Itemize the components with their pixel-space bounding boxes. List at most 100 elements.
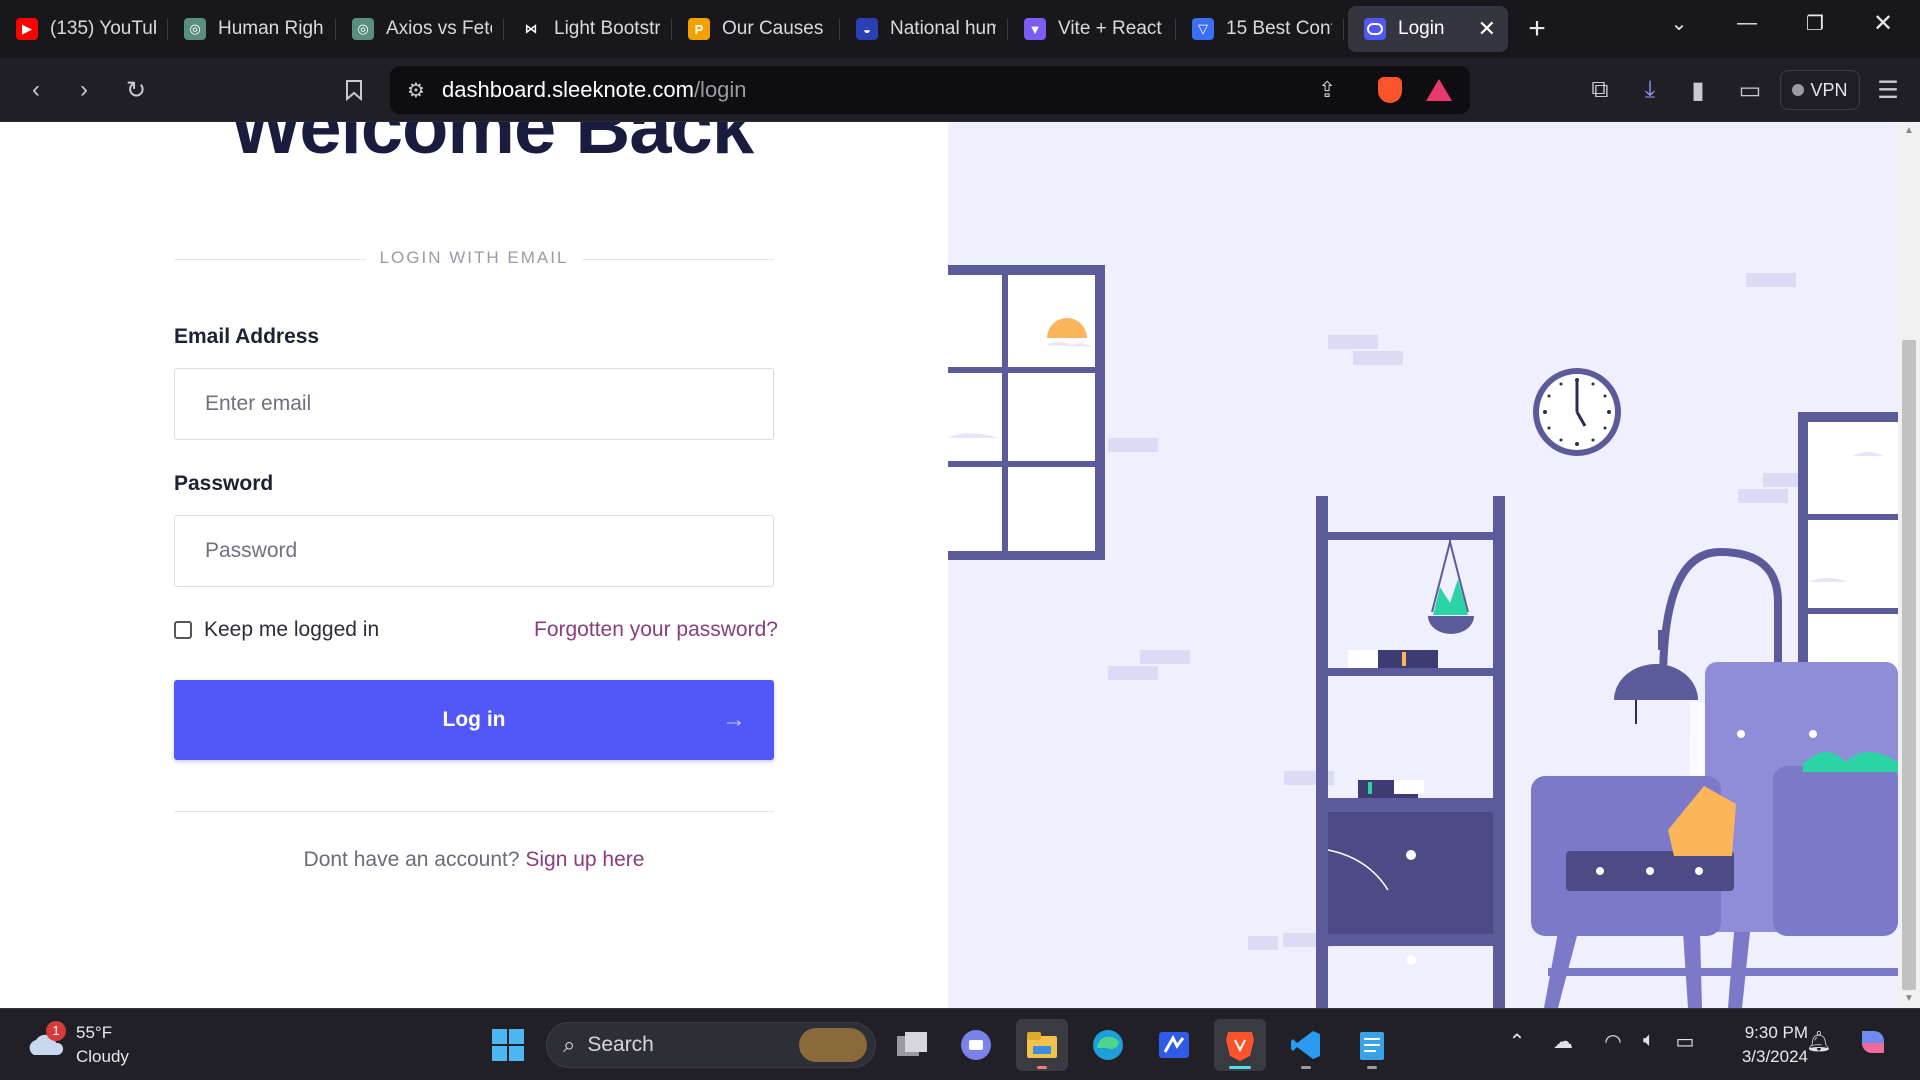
search-label: Search <box>587 1033 654 1056</box>
arrow-right-icon: → <box>722 706 746 733</box>
password-field[interactable] <box>174 515 774 587</box>
brave-browser-icon[interactable] <box>1214 1019 1266 1071</box>
divider-label-text: LOGIN WITH EMAIL <box>365 248 583 267</box>
site-settings-icon[interactable]: ⚙ <box>390 78 442 103</box>
brave-rewards-icon[interactable] <box>1426 79 1452 101</box>
onedrive-error-icon[interactable]: ☁ <box>1548 1029 1578 1054</box>
page-viewport: Welcome Back LOGIN WITH EMAIL Email Addr… <box>0 122 1920 1008</box>
edge-icon[interactable] <box>1082 1019 1134 1071</box>
sidebar-icon[interactable]: ▮ <box>1676 58 1720 122</box>
minimize-button[interactable]: — <box>1716 0 1778 46</box>
login-button-label: Log in <box>442 708 506 731</box>
email-field[interactable] <box>174 368 774 440</box>
system-clock[interactable]: 9:30 PM 3/3/2024 <box>1718 1021 1808 1069</box>
vpn-status-icon <box>1792 84 1805 96</box>
remember-me[interactable]: Keep me logged in <box>174 618 379 642</box>
new-tab-button[interactable]: + <box>1514 12 1560 46</box>
divider-bottom <box>174 811 774 812</box>
login-with-email-label: LOGIN WITH EMAIL <box>174 248 774 268</box>
signup-prompt: Dont have an account? Sign up here <box>174 848 774 872</box>
battery-icon[interactable]: ▭ <box>1670 1029 1700 1054</box>
tab-6[interactable]: ▼ Vite + React <box>1008 6 1176 52</box>
tab-7[interactable]: ▽ 15 Best Contact <box>1176 6 1344 52</box>
close-window-button[interactable]: ✕ <box>1852 0 1914 46</box>
tab-label: Light Bootstrap <box>554 18 660 39</box>
tab-label: (135) YouTube <box>50 18 156 39</box>
scroll-up-icon[interactable]: ▲ <box>1898 122 1920 140</box>
browser-toolbar: ‹ › ↻ ⚙ dashboard.sleeknote.com/login ⇪ … <box>0 58 1920 122</box>
login-button[interactable]: Log in → <box>174 680 774 760</box>
app-blue-icon[interactable] <box>1148 1019 1200 1071</box>
weather-badge: 1 <box>46 1021 66 1041</box>
email-label: Email Address <box>174 325 320 348</box>
tab-5[interactable]: ◒ National human <box>840 6 1008 52</box>
copilot-icon[interactable] <box>1856 1025 1886 1065</box>
taskbar-search[interactable]: ⌕ Search <box>546 1022 876 1068</box>
armchair <box>1531 662 1898 1008</box>
notification-bell-icon[interactable]: 🔔︎ <box>1804 1029 1834 1054</box>
chatgpt-icon: ◎ <box>352 18 374 40</box>
restore-button[interactable]: ❐ <box>1784 0 1846 46</box>
task-view-icon[interactable] <box>886 1019 938 1071</box>
vpn-button[interactable]: VPN <box>1780 70 1860 110</box>
signup-prompt-text: Dont have an account? <box>303 848 520 871</box>
extensions-icon[interactable]: ⧉ <box>1578 58 1622 122</box>
browser-tab-strip: ▶ (135) YouTube ◎ Human Rights ◎ Axios vs Fet… <box>0 0 1920 58</box>
file-explorer-icon[interactable] <box>1016 1019 1068 1071</box>
tab-label: Axios vs Fetch <box>386 18 492 39</box>
tab-label: Vite + React <box>1058 18 1162 39</box>
address-bar[interactable]: ⚙ dashboard.sleeknote.com/login ⇪ <box>390 66 1470 114</box>
weather-temp: 55°F <box>76 1023 113 1042</box>
tab-0[interactable]: ▶ (135) YouTube <box>0 6 168 52</box>
password-label: Password <box>174 472 274 495</box>
scroll-down-icon[interactable]: ▼ <box>1898 990 1920 1008</box>
share-icon[interactable]: ⇪ <box>1318 77 1336 103</box>
tab-label: National human <box>890 18 996 39</box>
page-scrollbar[interactable]: ▲ ▼ <box>1898 122 1920 1008</box>
brave-shields-icon[interactable] <box>1378 77 1402 103</box>
vscode-icon[interactable] <box>1280 1019 1332 1071</box>
bookshelf <box>1316 496 1505 1008</box>
living-room-illustration <box>948 265 1898 1008</box>
patreon-icon: P <box>688 18 710 40</box>
chatgpt-icon: ◎ <box>184 18 206 40</box>
window-left <box>948 265 1105 560</box>
welcome-heading: Welcome Back <box>230 122 754 170</box>
wall-clock <box>1533 368 1621 456</box>
cloud-icon: 1 <box>26 1021 66 1065</box>
wallet-icon[interactable]: ▭ <box>1728 58 1772 122</box>
forgot-password-link[interactable]: Forgotten your password? <box>534 618 778 642</box>
url-host: dashboard.sleeknote.com <box>442 77 694 102</box>
windows-taskbar: 1 55°F Cloudy ⌕ Search ⌃ ☁ ◠ 🔈︎ ▭ 9:30 P… <box>0 1008 1920 1080</box>
tab-3[interactable]: ⋈ Light Bootstrap <box>504 6 672 52</box>
signup-link[interactable]: Sign up here <box>525 848 644 871</box>
tab-2[interactable]: ◎ Axios vs Fetch <box>336 6 504 52</box>
remember-checkbox[interactable] <box>174 621 192 639</box>
tab-active-login[interactable]: Login ✕ <box>1348 6 1508 52</box>
tab-label: Our Causes <box>722 18 824 39</box>
volume-icon[interactable]: 🔈︎ <box>1634 1029 1664 1052</box>
downloads-icon[interactable]: ⤓ <box>1628 58 1672 122</box>
close-tab-icon[interactable]: ✕ <box>1478 16 1496 42</box>
reload-button[interactable]: ↻ <box>114 58 158 122</box>
tab-4[interactable]: P Our Causes <box>672 6 840 52</box>
menu-icon[interactable]: ☰ <box>1866 58 1910 122</box>
start-button[interactable] <box>482 1019 534 1071</box>
notepad-icon[interactable] <box>1346 1019 1398 1071</box>
sleeknote-icon <box>1364 18 1386 40</box>
tab-search-chevron-icon[interactable]: ⌄ <box>1648 0 1710 46</box>
forward-button[interactable]: › <box>62 58 106 122</box>
weather-desc: Cloudy <box>76 1047 129 1066</box>
show-hidden-icons-chevron[interactable]: ⌃ <box>1502 1029 1532 1054</box>
back-button[interactable]: ‹ <box>14 58 58 122</box>
weather-widget[interactable]: 1 55°F Cloudy <box>26 1021 129 1069</box>
tab-label: 15 Best Contact <box>1226 18 1332 39</box>
scrollbar-thumb[interactable] <box>1902 340 1916 990</box>
tab-1[interactable]: ◎ Human Rights <box>168 6 336 52</box>
windows-logo-icon <box>492 1029 524 1061</box>
bookmark-icon[interactable] <box>332 58 376 122</box>
clock-time: 9:30 PM <box>1744 1023 1808 1042</box>
wifi-icon[interactable]: ◠ <box>1598 1029 1628 1054</box>
tab-label: Human Rights <box>218 18 324 39</box>
teams-chat-icon[interactable] <box>950 1019 1002 1071</box>
